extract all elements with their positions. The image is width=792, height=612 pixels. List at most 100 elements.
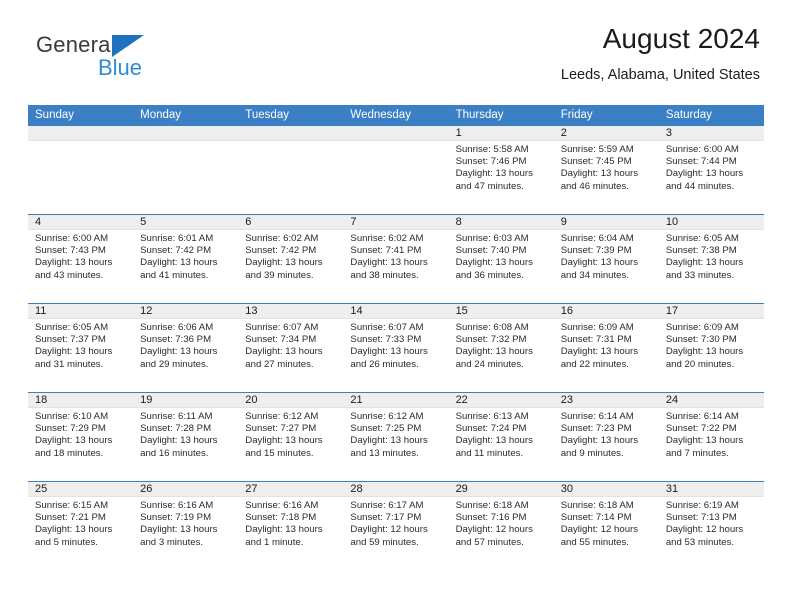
sunset-text: Sunset: 7:18 PM (245, 512, 317, 524)
weekday-header-thursday: Thursday (455, 109, 504, 121)
logo-text-blue: Blue (98, 55, 143, 80)
day-cell[interactable]: 2 Sunrise: 5:59 AM Sunset: 7:45 PM Dayli… (553, 126, 659, 214)
sunset-text: Sunset: 7:34 PM (245, 334, 317, 346)
sunset-text: Sunset: 7:32 PM (455, 334, 527, 346)
sunset-text: Sunset: 7:21 PM (35, 512, 106, 524)
daylight-text-line1: Daylight: 13 hours (245, 435, 323, 447)
day-details: Sunrise: 6:05 AM Sunset: 7:37 PM Dayligh… (28, 319, 133, 371)
day-cell[interactable]: 13 Sunrise: 6:07 AM Sunset: 7:34 PM Dayl… (238, 304, 344, 392)
day-number: 22 (448, 393, 554, 408)
day-details: Sunrise: 6:09 AM Sunset: 7:30 PM Dayligh… (659, 319, 764, 371)
day-cell[interactable] (343, 126, 449, 214)
daylight-text-line1: Daylight: 13 hours (350, 257, 428, 269)
day-cell[interactable]: 9 Sunrise: 6:04 AM Sunset: 7:39 PM Dayli… (553, 215, 659, 303)
day-number: 28 (343, 482, 449, 497)
day-details: Sunrise: 6:00 AM Sunset: 7:44 PM Dayligh… (659, 141, 764, 193)
day-cell[interactable]: 19 Sunrise: 6:11 AM Sunset: 7:28 PM Dayl… (133, 393, 239, 481)
daylight-text-line1: Daylight: 13 hours (245, 257, 323, 269)
daylight-text-line2: and 22 minutes. (560, 358, 629, 370)
week-row: 18 Sunrise: 6:10 AM Sunset: 7:29 PM Dayl… (28, 392, 764, 481)
day-cell[interactable]: 31 Sunrise: 6:19 AM Sunset: 7:13 PM Dayl… (658, 482, 764, 570)
sunset-text: Sunset: 7:28 PM (140, 423, 212, 435)
sunset-text: Sunset: 7:43 PM (35, 245, 106, 257)
day-cell[interactable]: 17 Sunrise: 6:09 AM Sunset: 7:30 PM Dayl… (658, 304, 764, 392)
day-cell[interactable]: 16 Sunrise: 6:09 AM Sunset: 7:31 PM Dayl… (553, 304, 659, 392)
daylight-text-line1: Daylight: 13 hours (455, 168, 533, 180)
day-number: 13 (238, 304, 344, 319)
sunrise-text: Sunrise: 6:18 AM (560, 500, 634, 511)
day-cell[interactable]: 18 Sunrise: 6:10 AM Sunset: 7:29 PM Dayl… (28, 393, 134, 481)
day-details: Sunrise: 6:18 AM Sunset: 7:16 PM Dayligh… (449, 497, 554, 549)
day-details: Sunrise: 5:59 AM Sunset: 7:45 PM Dayligh… (554, 141, 659, 193)
day-cell[interactable]: 20 Sunrise: 6:12 AM Sunset: 7:27 PM Dayl… (238, 393, 344, 481)
day-details: Sunrise: 6:18 AM Sunset: 7:14 PM Dayligh… (554, 497, 659, 549)
sunrise-text: Sunrise: 6:19 AM (665, 500, 739, 511)
day-number: 4 (28, 215, 134, 230)
sunset-text: Sunset: 7:30 PM (665, 334, 737, 346)
generalblue-logo[interactable]: General Blue (36, 32, 236, 92)
daylight-text-line2: and 44 minutes. (665, 180, 735, 192)
day-number: 2 (553, 126, 659, 141)
sunset-text: Sunset: 7:19 PM (140, 512, 212, 524)
day-details (238, 141, 343, 144)
day-number: 26 (133, 482, 239, 497)
daylight-text-line2: and 18 minutes. (35, 447, 104, 459)
day-cell[interactable]: 28 Sunrise: 6:17 AM Sunset: 7:17 PM Dayl… (343, 482, 449, 570)
page-header: General Blue August 2024 Leeds, Alabama,… (28, 22, 764, 100)
day-cell[interactable] (28, 126, 134, 214)
day-cell[interactable] (133, 126, 239, 214)
daylight-text-line2: and 20 minutes. (665, 358, 735, 370)
day-number: 25 (28, 482, 134, 497)
day-cell[interactable]: 6 Sunrise: 6:02 AM Sunset: 7:42 PM Dayli… (238, 215, 344, 303)
day-cell[interactable] (238, 126, 344, 214)
daylight-text-line2: and 5 minutes. (35, 536, 98, 548)
sunrise-text: Sunrise: 6:18 AM (455, 500, 529, 511)
day-cell[interactable]: 29 Sunrise: 6:18 AM Sunset: 7:16 PM Dayl… (448, 482, 554, 570)
sunrise-text: Sunrise: 6:06 AM (140, 322, 214, 333)
day-cell[interactable]: 26 Sunrise: 6:16 AM Sunset: 7:19 PM Dayl… (133, 482, 239, 570)
daylight-text-line2: and 27 minutes. (245, 358, 314, 370)
sunset-text: Sunset: 7:40 PM (455, 245, 527, 257)
day-number: 23 (553, 393, 659, 408)
day-number: 6 (238, 215, 344, 230)
sunrise-text: Sunrise: 6:02 AM (245, 233, 319, 244)
daylight-text-line1: Daylight: 13 hours (140, 346, 218, 358)
sunrise-text: Sunrise: 6:12 AM (350, 411, 424, 422)
day-cell[interactable]: 10 Sunrise: 6:05 AM Sunset: 7:38 PM Dayl… (658, 215, 764, 303)
day-cell[interactable]: 4 Sunrise: 6:00 AM Sunset: 7:43 PM Dayli… (28, 215, 134, 303)
day-cell[interactable]: 8 Sunrise: 6:03 AM Sunset: 7:40 PM Dayli… (448, 215, 554, 303)
daylight-text-line2: and 59 minutes. (350, 536, 419, 548)
sunset-text: Sunset: 7:44 PM (665, 156, 737, 168)
day-cell[interactable]: 5 Sunrise: 6:01 AM Sunset: 7:42 PM Dayli… (133, 215, 239, 303)
day-cell[interactable]: 14 Sunrise: 6:07 AM Sunset: 7:33 PM Dayl… (343, 304, 449, 392)
day-number: 21 (343, 393, 449, 408)
sunrise-text: Sunrise: 6:09 AM (560, 322, 634, 333)
day-number: 7 (343, 215, 449, 230)
day-details: Sunrise: 6:01 AM Sunset: 7:42 PM Dayligh… (133, 230, 238, 282)
daylight-text-line1: Daylight: 13 hours (245, 346, 323, 358)
day-cell[interactable]: 1 Sunrise: 5:58 AM Sunset: 7:46 PM Dayli… (448, 126, 554, 214)
sunset-text: Sunset: 7:17 PM (350, 512, 422, 524)
day-cell[interactable]: 7 Sunrise: 6:02 AM Sunset: 7:41 PM Dayli… (343, 215, 449, 303)
day-cell[interactable]: 23 Sunrise: 6:14 AM Sunset: 7:23 PM Dayl… (553, 393, 659, 481)
day-cell[interactable]: 25 Sunrise: 6:15 AM Sunset: 7:21 PM Dayl… (28, 482, 134, 570)
day-cell[interactable]: 22 Sunrise: 6:13 AM Sunset: 7:24 PM Dayl… (448, 393, 554, 481)
daylight-text-line1: Daylight: 13 hours (560, 435, 639, 447)
day-cell[interactable]: 3 Sunrise: 6:00 AM Sunset: 7:44 PM Dayli… (658, 126, 764, 214)
day-cell[interactable]: 21 Sunrise: 6:12 AM Sunset: 7:25 PM Dayl… (343, 393, 449, 481)
day-cell[interactable]: 12 Sunrise: 6:06 AM Sunset: 7:36 PM Dayl… (133, 304, 239, 392)
day-cell[interactable]: 11 Sunrise: 6:05 AM Sunset: 7:37 PM Dayl… (28, 304, 134, 392)
daylight-text-line2: and 11 minutes. (455, 447, 524, 459)
daylight-text-line2: and 1 minute. (245, 536, 304, 548)
daylight-text-line1: Daylight: 13 hours (35, 257, 113, 269)
day-number: 30 (553, 482, 659, 497)
day-cell[interactable]: 30 Sunrise: 6:18 AM Sunset: 7:14 PM Dayl… (553, 482, 659, 570)
day-cell[interactable]: 15 Sunrise: 6:08 AM Sunset: 7:32 PM Dayl… (448, 304, 554, 392)
sunset-text: Sunset: 7:13 PM (665, 512, 737, 524)
day-cell[interactable]: 24 Sunrise: 6:14 AM Sunset: 7:22 PM Dayl… (658, 393, 764, 481)
day-cell[interactable]: 27 Sunrise: 6:16 AM Sunset: 7:18 PM Dayl… (238, 482, 344, 570)
week-row: 1 Sunrise: 5:58 AM Sunset: 7:46 PM Dayli… (28, 125, 764, 214)
sunrise-text: Sunrise: 6:07 AM (350, 322, 424, 333)
sunrise-text: Sunrise: 6:16 AM (245, 500, 319, 511)
daylight-text-line2: and 13 minutes. (350, 447, 419, 459)
